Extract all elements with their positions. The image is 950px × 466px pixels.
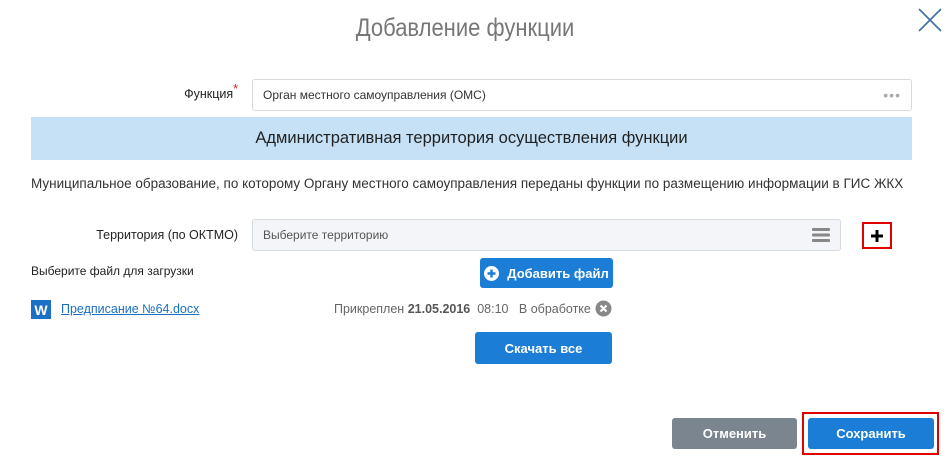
upload-label: Выберите файл для загрузки xyxy=(31,264,194,278)
plus-circle-icon xyxy=(484,265,500,281)
remove-file-icon[interactable] xyxy=(595,300,612,317)
function-value: Орган местного самоуправления (ОМС) xyxy=(263,88,486,102)
file-link[interactable]: Предписание №64.docx xyxy=(61,302,199,316)
function-label: Функция* xyxy=(184,82,238,101)
cancel-button[interactable]: Отменить xyxy=(672,418,797,449)
file-meta: Прикреплен 21.05.2016 08:10 В обработке xyxy=(334,302,591,316)
more-icon[interactable]: ••• xyxy=(883,87,901,103)
download-all-button[interactable]: Скачать все xyxy=(475,332,612,364)
territory-placeholder: Выберите территорию xyxy=(263,228,389,242)
plus-icon xyxy=(871,229,883,242)
word-file-icon: W xyxy=(31,300,51,319)
section-header: Административная территория осуществлени… xyxy=(31,117,912,160)
file-status: В обработке xyxy=(518,302,591,316)
function-field[interactable]: Орган местного самоуправления (ОМС) ••• xyxy=(252,79,912,111)
add-territory-button[interactable] xyxy=(862,222,892,249)
list-icon[interactable] xyxy=(812,228,830,242)
section-description: Муниципальное образование, по которому О… xyxy=(31,176,904,191)
dialog-title: Добавление функции xyxy=(355,14,575,42)
save-button[interactable]: Сохранить xyxy=(808,418,934,449)
required-mark: * xyxy=(233,82,238,96)
territory-label: Территория (по ОКТМО) xyxy=(96,228,238,242)
add-file-button[interactable]: Добавить файл xyxy=(480,258,613,288)
territory-select[interactable]: Выберите территорию xyxy=(252,219,841,251)
close-icon[interactable] xyxy=(916,6,944,34)
